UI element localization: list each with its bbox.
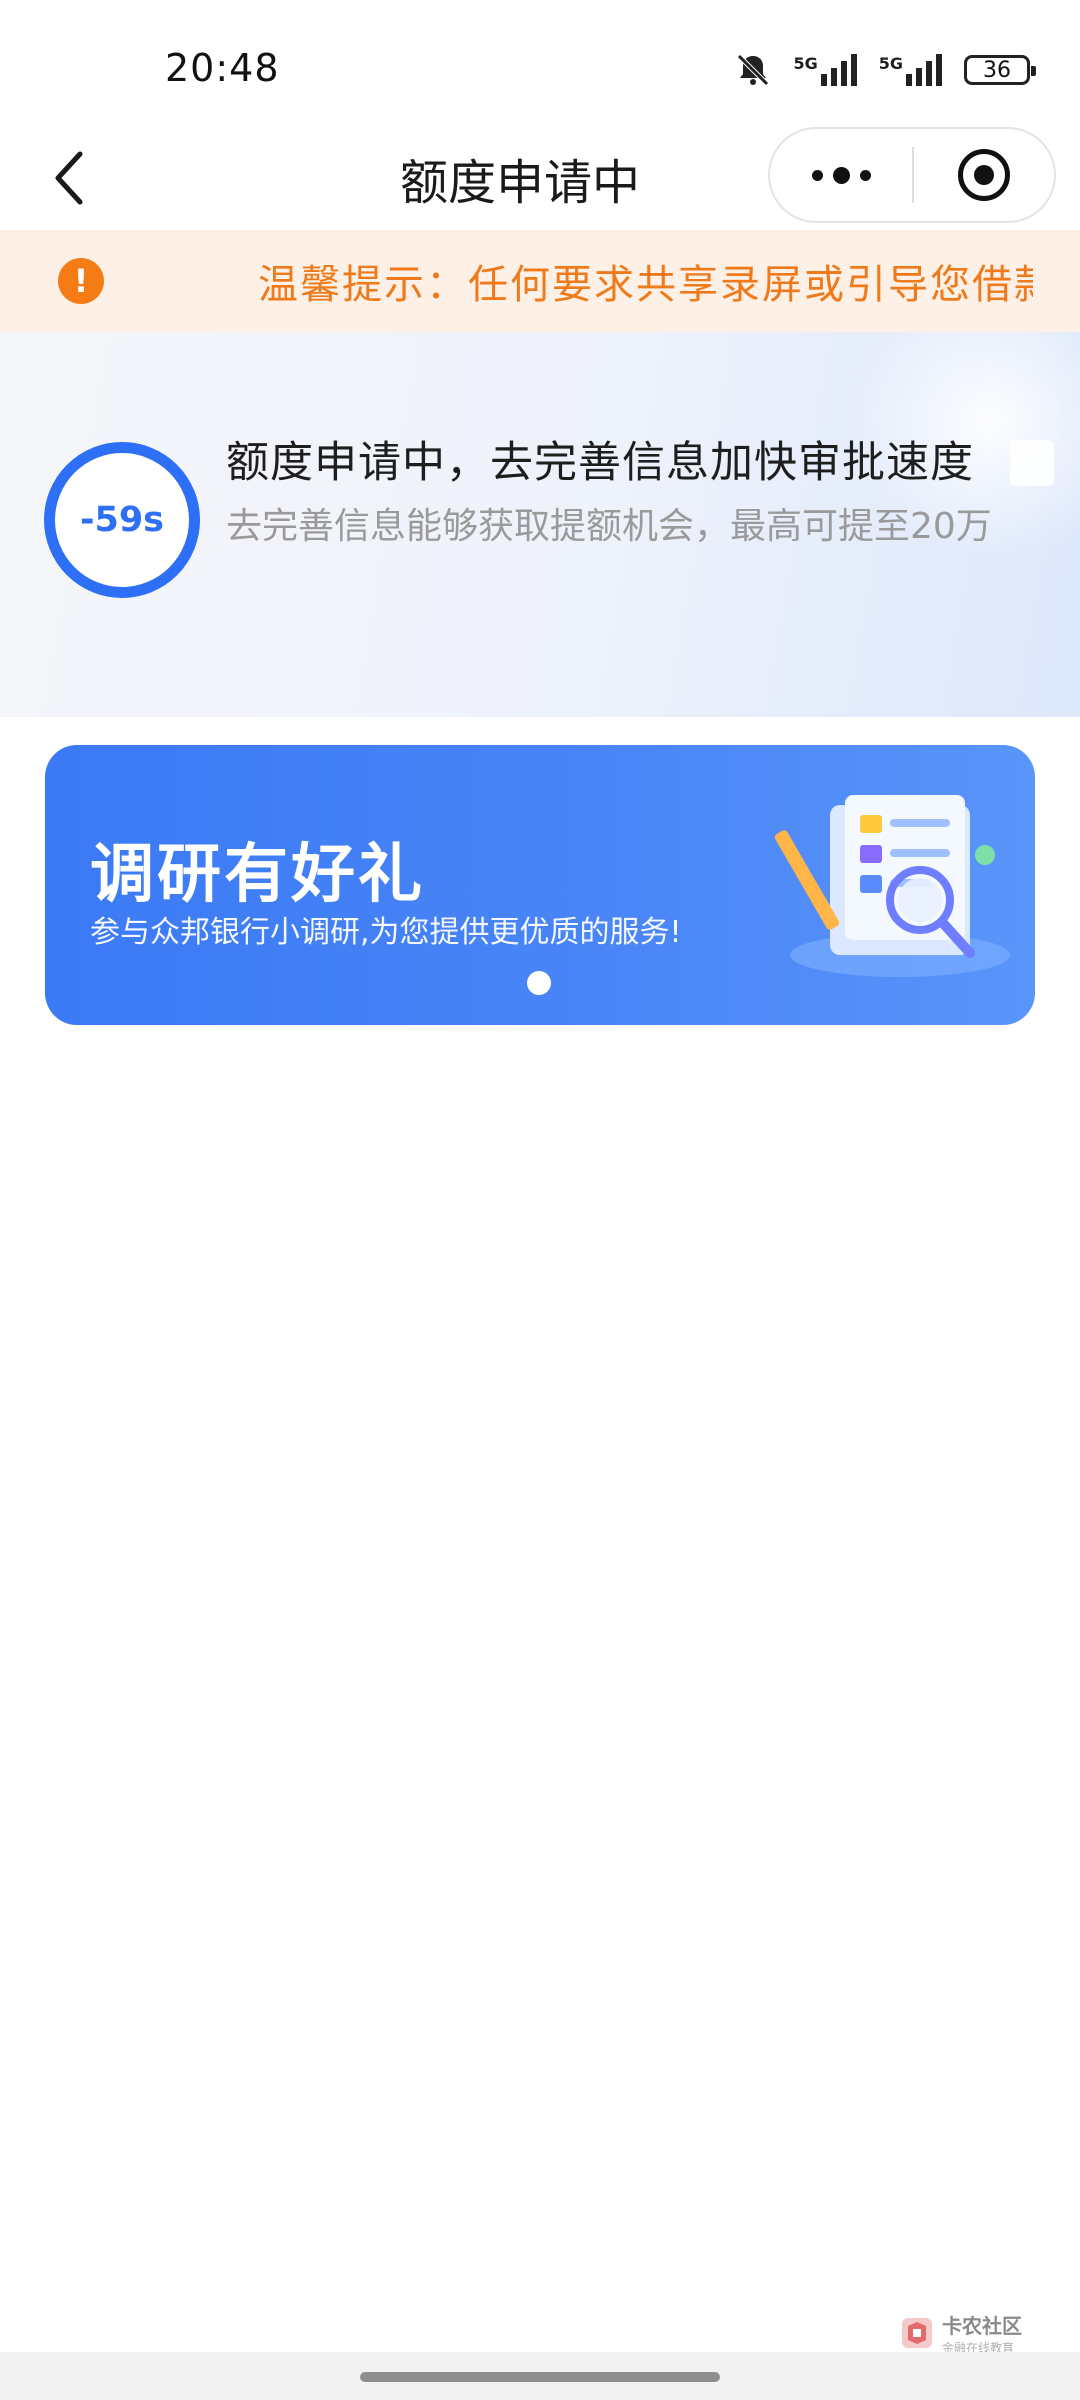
notice-text: 温馨提示：任何要求共享录屏或引导您借款	[258, 262, 1033, 308]
battery-icon: 36	[964, 55, 1036, 85]
watermark-logo-icon	[902, 2318, 932, 2348]
network-type-2: 5G	[878, 54, 903, 73]
signal-2: 5G	[879, 54, 942, 86]
more-dot-icon	[859, 169, 871, 181]
watermark: 卡农社区 金融在线教育	[900, 2310, 1022, 2356]
mute-bell-icon	[737, 54, 770, 86]
banner-subtitle: 参与众邦银行小调研,为您提供更优质的服务!	[90, 915, 682, 950]
signal-1: 5G	[793, 54, 857, 86]
warning-icon: !	[58, 258, 104, 304]
carousel-indicator	[527, 971, 551, 995]
survey-banner[interactable]: 调研有好礼 参与众邦银行小调研,为您提供更优质的服务!	[45, 745, 1035, 1025]
target-icon	[958, 149, 1010, 201]
signal-bars-icon	[820, 54, 857, 86]
notice-bar: ! 温馨提示：任何要求共享录屏或引导您借款	[0, 230, 1080, 332]
progress-description: 去完善信息能够获取提额机会，最高可提至20万	[226, 506, 992, 547]
more-dot-icon	[811, 169, 823, 181]
signal-bars-icon	[906, 54, 942, 86]
status-bar: 20:48 5G 5G 36	[0, 0, 1080, 135]
status-icons: 5G 5G 36	[735, 46, 1036, 94]
gesture-bar-area	[0, 2352, 1080, 2400]
nav-bar: 额度申请中	[0, 125, 1080, 230]
miniprogram-capsule	[768, 127, 1056, 223]
progress-title[interactable]: 额度申请中，去完善信息加快审批速度	[226, 428, 974, 490]
application-progress-card: -59s 额度申请中，去完善信息加快审批速度 去完善信息能够获取提额机会，最高可…	[0, 332, 1080, 717]
banner-title: 调研有好礼	[90, 838, 425, 912]
home-indicator[interactable]	[360, 2372, 720, 2382]
more-button[interactable]	[770, 129, 912, 221]
network-type-1: 5G	[793, 54, 818, 73]
more-dot-icon	[832, 166, 850, 184]
countdown-text: -59s	[79, 500, 165, 540]
countdown-ring: -59s	[44, 442, 200, 598]
watermark-main: 卡农社区	[942, 2314, 1022, 2338]
status-time: 20:48	[165, 46, 280, 90]
close-miniprogram-button[interactable]	[914, 129, 1054, 221]
battery-level: 36	[983, 57, 1011, 83]
survey-illustration-icon	[774, 795, 1010, 977]
